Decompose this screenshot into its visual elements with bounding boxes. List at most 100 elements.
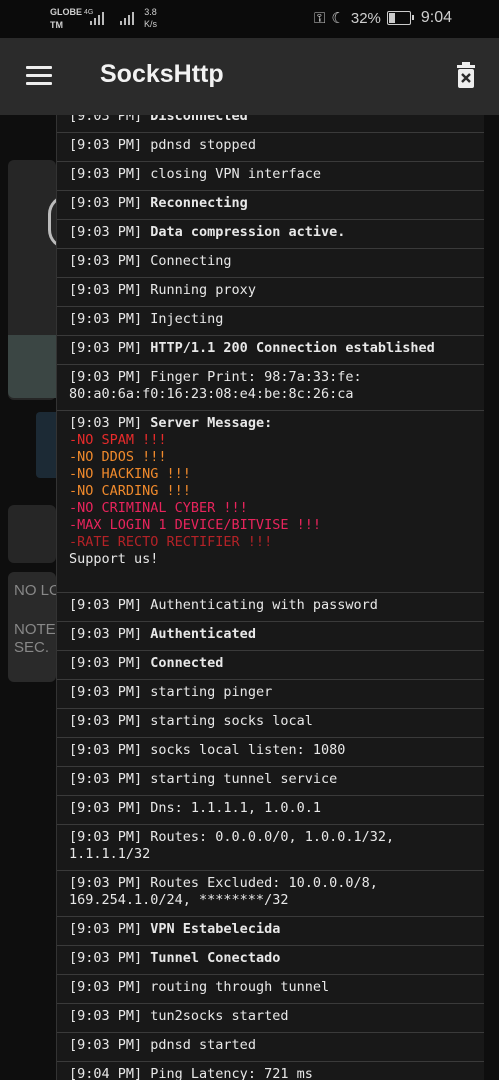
carrier-label: GLOBE TM <box>50 7 83 30</box>
battery-icon <box>386 11 414 25</box>
log-timestamp: [9:03 PM] <box>69 979 151 995</box>
log-timestamp: [9:04 PM] <box>69 1066 151 1080</box>
log-message: Connecting <box>150 253 232 269</box>
log-timestamp: [9:03 PM] <box>69 166 151 182</box>
log-message: Data compression active. <box>150 224 346 240</box>
background-panel <box>8 505 56 563</box>
log-entry: [9:03 PM] Finger Print: 98:7a:33:fe: 80:… <box>57 365 484 411</box>
log-timestamp: [9:03 PM] <box>69 311 151 327</box>
log-entry: [9:03 PM] Connecting <box>57 249 484 278</box>
log-message: Authenticated <box>150 626 256 642</box>
log-message: closing VPN interface <box>150 166 321 182</box>
log-entry: [9:03 PM] socks local listen: 1080 <box>57 738 484 767</box>
log-message: Authenticating with password <box>150 597 378 613</box>
signal-icon <box>90 11 104 25</box>
log-timestamp: [9:03 PM] <box>69 1037 151 1053</box>
log-entry: [9:03 PM] pdnsd stopped <box>57 133 484 162</box>
log-timestamp: [9:03 PM] <box>69 137 151 153</box>
log-message: socks local listen: 1080 <box>150 742 346 758</box>
log-entry: [9:03 PM] Tunnel Conectado <box>57 946 484 975</box>
log-message: pdnsd stopped <box>150 137 256 153</box>
log-timestamp: [9:03 PM] <box>69 742 151 758</box>
scrollbar[interactable] <box>485 115 499 1080</box>
log-message: Injecting <box>150 311 224 327</box>
background-notice-text: NO LO <box>14 582 61 599</box>
log-entry: [9:03 PM] Injecting <box>57 307 484 336</box>
menu-icon[interactable] <box>26 66 52 86</box>
delete-log-icon[interactable] <box>456 62 476 88</box>
log-entry: [9:03 PM] starting tunnel service <box>57 767 484 796</box>
clock: 9:04 <box>420 9 453 26</box>
background-card-footer <box>8 335 56 398</box>
log-timestamp: [9:03 PM] <box>69 829 151 845</box>
log-timestamp: [9:03 PM] <box>69 875 151 891</box>
log-message: VPN Estabelecida <box>150 921 281 937</box>
log-message: starting tunnel service <box>150 771 338 787</box>
key-icon: ⚿ <box>314 9 326 27</box>
signal-icon-2 <box>120 11 134 25</box>
log-entry: [9:03 PM] Authenticated <box>57 622 484 651</box>
log-message: Tunnel Conectado <box>150 950 281 966</box>
log-entry: [9:03 PM] VPN Estabelecida <box>57 917 484 946</box>
log-timestamp: [9:03 PM] <box>69 253 151 269</box>
log-entry: [9:03 PM] Reconnecting <box>57 191 484 220</box>
log-entry: [9:03 PM] Dns: 1.1.1.1, 1.0.0.1 <box>57 796 484 825</box>
log-entry: [9:03 PM] starting pinger <box>57 680 484 709</box>
log-timestamp: [9:03 PM] <box>69 921 151 937</box>
log-entry: [9:03 PM] starting socks local <box>57 709 484 738</box>
log-entry: [9:03 PM] closing VPN interface <box>57 162 484 191</box>
server-message-line: Support us! <box>69 551 159 567</box>
background-notice-text-3: SEC. <box>14 639 50 656</box>
log-message: Disconnected <box>150 115 248 124</box>
status-bar: GLOBE TM 4G 3.8 K/s ⚿ ☾ 32% 9:04 <box>0 0 499 38</box>
log-message: Server Message: <box>150 415 273 431</box>
log-message: Ping Latency: 721 ms <box>150 1066 313 1080</box>
network-speed: 3.8 K/s <box>144 7 158 29</box>
server-message-line: -MAX LOGIN 1 DEVICE/BITVISE !!! <box>69 517 321 533</box>
log-timestamp: [9:03 PM] <box>69 800 151 816</box>
log-timestamp: [9:03 PM] <box>69 115 151 124</box>
log-timestamp: [9:03 PM] <box>69 655 151 671</box>
log-timestamp: [9:03 PM] <box>69 950 151 966</box>
log-timestamp: [9:03 PM] <box>69 415 151 431</box>
log-entry: [9:03 PM] Routes: 0.0.0.0/0, 1.0.0.1/32,… <box>57 825 484 871</box>
log-timestamp: [9:03 PM] <box>69 684 151 700</box>
log-message: starting socks local <box>150 713 313 729</box>
server-message-line: -NO DDOS !!! <box>69 449 167 465</box>
log-entry: [9:03 PM] Data compression active. <box>57 220 484 249</box>
log-entry: [9:03 PM] Connected <box>57 651 484 680</box>
app-bar: SocksHttp <box>0 38 499 115</box>
battery-percent: 32% <box>350 9 381 27</box>
log-timestamp: [9:03 PM] <box>69 224 151 240</box>
server-message-line: -NO CRIMINAL CYBER !!! <box>69 500 248 516</box>
log-list: [9:03 PM] Disconnected [9:03 PM] pdnsd st… <box>57 115 484 1080</box>
log-entry: [9:03 PM] Authenticating with password <box>57 593 484 622</box>
background-button <box>36 412 56 478</box>
log-message: pdnsd started <box>150 1037 256 1053</box>
log-entry: [9:03 PM] tun2socks started <box>57 1004 484 1033</box>
log-entry: [9:03 PM] HTTP/1.1 200 Connection establ… <box>57 336 484 365</box>
moon-icon: ☾ <box>331 10 345 27</box>
log-entry: [9:03 PM] pdnsd started <box>57 1033 484 1062</box>
log-timestamp: [9:03 PM] <box>69 597 151 613</box>
log-timestamp: [9:03 PM] <box>69 771 151 787</box>
log-message: HTTP/1.1 200 Connection established <box>150 340 435 356</box>
log-message: tun2socks started <box>150 1008 289 1024</box>
log-timestamp: [9:03 PM] <box>69 195 151 211</box>
background-notice-text-2: NOTE <box>14 621 56 638</box>
server-message-line: -NO SPAM !!! <box>69 432 167 448</box>
log-message: Reconnecting <box>150 195 248 211</box>
server-message-line: -NO HACKING !!! <box>69 466 191 482</box>
log-entry: [9:03 PM] routing through tunnel <box>57 975 484 1004</box>
app-title: SocksHttp <box>100 60 224 88</box>
log-message: starting pinger <box>150 684 273 700</box>
log-entry: [9:03 PM] Server Message: -NO SPAM !!! -NO… <box>57 411 484 593</box>
log-panel[interactable]: [9:03 PM] Disconnected [9:03 PM] pdnsd st… <box>56 115 484 1080</box>
log-timestamp: [9:03 PM] <box>69 626 151 642</box>
log-timestamp: [9:03 PM] <box>69 340 151 356</box>
log-entry: [9:03 PM] Routes Excluded: 10.0.0.0/8, 1… <box>57 871 484 917</box>
log-entry: [9:04 PM] Ping Latency: 721 ms <box>57 1062 484 1080</box>
log-timestamp: [9:03 PM] <box>69 713 151 729</box>
log-timestamp: [9:03 PM] <box>69 1008 151 1024</box>
log-message: Dns: 1.1.1.1, 1.0.0.1 <box>150 800 321 816</box>
